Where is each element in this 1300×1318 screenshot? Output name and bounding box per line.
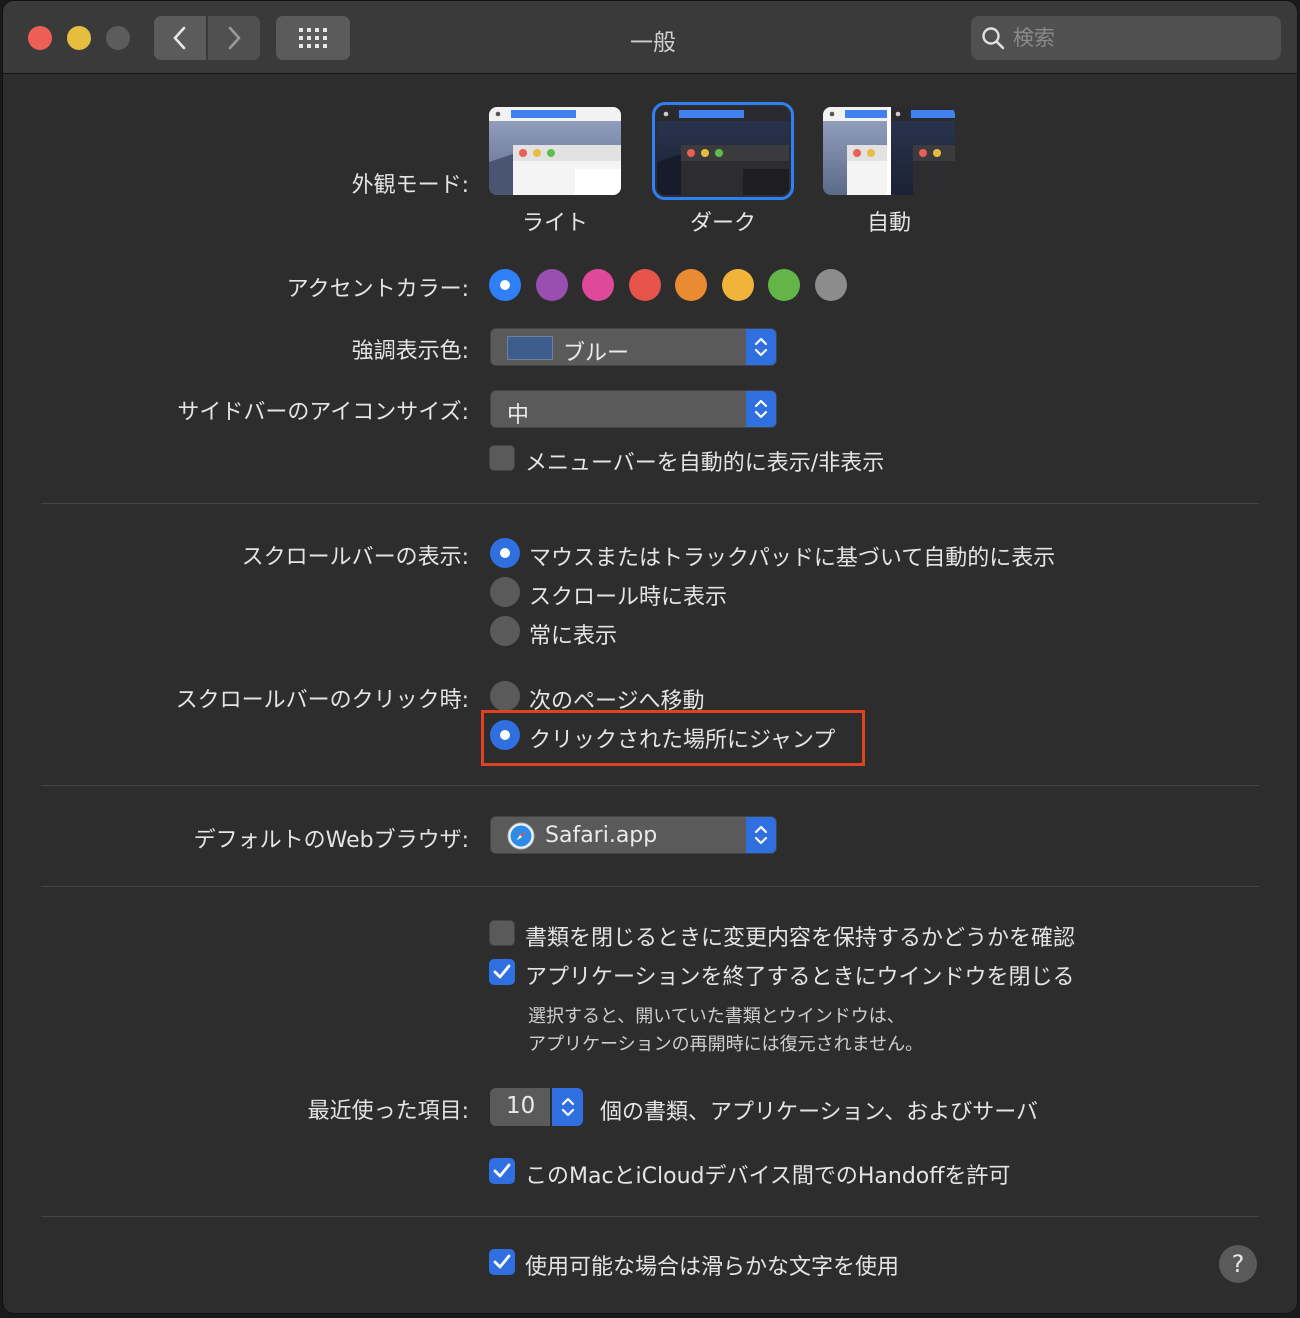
highlight-box [481, 710, 865, 766]
appearance-dark-label: ダーク [689, 211, 756, 236]
checkmark-icon [493, 964, 511, 979]
handoff-checkbox[interactable] [489, 1158, 515, 1184]
accent-color-swatch[interactable] [814, 269, 847, 301]
highlight-color-value: ブルー [563, 341, 630, 366]
highlight-color-swatch [507, 336, 553, 360]
sidebar-icon-size-value: 中 [507, 403, 530, 428]
divider [41, 886, 1259, 887]
scrollbars-scrolling-label: スクロール時に表示 [529, 585, 728, 610]
accent-color-swatch[interactable] [628, 269, 661, 301]
close-windows-label: アプリケーションを終了するときにウインドウを閉じる [525, 965, 1075, 990]
menubar-autohide-checkbox[interactable] [489, 445, 515, 471]
ask-keep-changes-label: 書類を閉じるときに変更内容を保持するかどうかを確認 [525, 926, 1076, 951]
safari-icon [507, 822, 535, 850]
popup-arrows-icon [746, 391, 776, 427]
search-icon [982, 27, 1005, 50]
recent-items-label: 最近使った項目: [307, 1099, 469, 1124]
chevron-left-icon [173, 26, 186, 50]
recent-items-stepper[interactable] [552, 1088, 583, 1126]
scroll-click-label: スクロールバーのクリック時: [175, 688, 469, 713]
ask-keep-changes-checkbox[interactable] [489, 920, 515, 946]
divider [41, 785, 1259, 786]
appearance-dark-option[interactable] [652, 102, 794, 200]
appearance-auto-label: 自動 [866, 211, 911, 236]
scrollbars-label: スクロールバーの表示: [241, 545, 469, 570]
default-browser-value: Safari.app [545, 823, 658, 848]
accent-color-swatch[interactable] [768, 269, 800, 301]
accent-color-swatch[interactable] [675, 269, 707, 301]
font-smoothing-label: 使用可能な場合は滑らかな文字を使用 [525, 1255, 900, 1280]
search-field[interactable] [971, 16, 1281, 60]
recent-items-suffix: 個の書類、アプリケーション、およびサーバ [600, 1100, 1039, 1125]
font-smoothing-checkbox[interactable] [489, 1249, 515, 1275]
accent-color-swatch[interactable] [535, 269, 568, 301]
back-button[interactable] [154, 16, 206, 60]
close-windows-note-line1: 選択すると、開いていた書類とウインドウは、 [528, 1006, 905, 1027]
accent-color-swatch[interactable] [489, 269, 521, 301]
scrollbars-always-radio[interactable] [490, 616, 520, 646]
scroll-click-next-page-radio[interactable] [490, 681, 520, 711]
appearance-auto-option[interactable] [823, 107, 955, 195]
highlight-color-label: 強調表示色: [351, 339, 469, 364]
appearance-light-label: ライト [521, 211, 588, 236]
accent-color-swatch[interactable] [721, 269, 754, 301]
title-bar: 一般 [3, 1, 1297, 74]
checkmark-icon [493, 1254, 511, 1269]
minimize-window-button[interactable] [67, 26, 91, 50]
zoom-window-button[interactable] [106, 26, 130, 50]
appearance-light-option[interactable] [489, 107, 621, 195]
window-title: 一般 [630, 30, 676, 56]
grid-icon [299, 28, 327, 48]
forward-button[interactable] [208, 16, 260, 60]
scrollbars-auto-radio[interactable] [490, 538, 520, 568]
scrollbars-always-label: 常に表示 [529, 624, 618, 649]
sidebar-icon-size-label: サイドバーのアイコンサイズ: [177, 400, 469, 425]
close-window-button[interactable] [28, 26, 52, 50]
popup-arrows-icon [746, 817, 776, 853]
preferences-window: 一般 外観モード: [2, 0, 1298, 1314]
divider [41, 503, 1259, 504]
accent-color-label: アクセントカラー: [286, 277, 469, 302]
recent-items-field[interactable]: 10 [490, 1088, 550, 1126]
close-windows-checkbox[interactable] [489, 959, 515, 985]
handoff-label: このMacとiCloudデバイス間でのHandoffを許可 [525, 1164, 1011, 1189]
default-browser-popup[interactable]: Safari.app [490, 816, 777, 854]
close-windows-note-line2: アプリケーションの再開時には復元されません。 [528, 1034, 924, 1055]
highlight-color-popup[interactable]: ブルー [490, 328, 777, 366]
help-button[interactable]: ? [1219, 1245, 1257, 1283]
divider [41, 1216, 1259, 1217]
stepper-arrows-icon [561, 1097, 574, 1117]
accent-color-swatch[interactable] [582, 269, 614, 301]
checkmark-icon [493, 1163, 511, 1178]
chevron-right-icon [228, 26, 241, 50]
default-browser-label: デフォルトのWebブラウザ: [193, 828, 469, 853]
menubar-autohide-label: メニューバーを自動的に表示/非表示 [525, 451, 885, 476]
appearance-label: 外観モード: [351, 173, 469, 198]
scrollbars-auto-label: マウスまたはトラックパッドに基づいて自動的に表示 [529, 546, 1056, 571]
search-input[interactable] [1013, 26, 1253, 50]
show-all-button[interactable] [276, 16, 350, 60]
sidebar-icon-size-popup[interactable]: 中 [490, 390, 777, 428]
popup-arrows-icon [746, 329, 776, 365]
scrollbars-scrolling-radio[interactable] [490, 577, 520, 607]
